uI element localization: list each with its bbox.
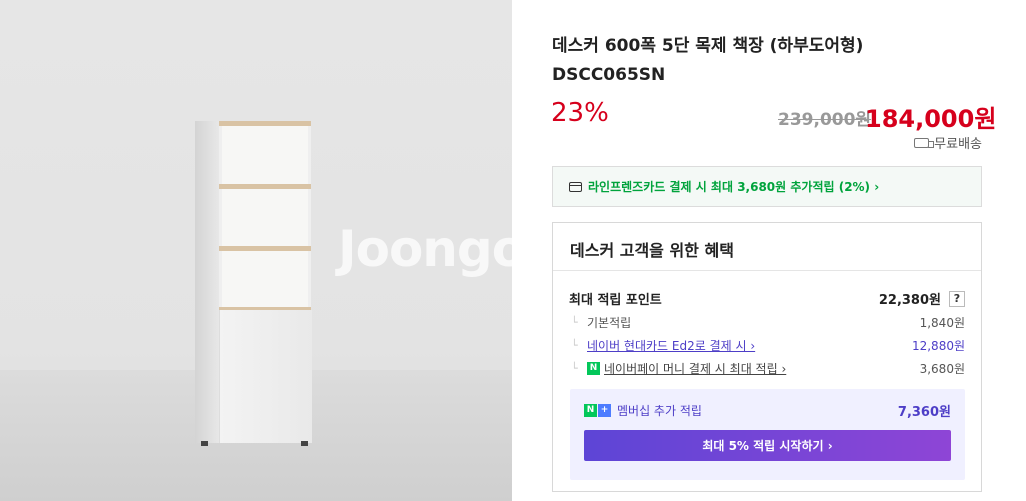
membership-start-button[interactable]: 최대 5% 적립 시작하기 › — [584, 430, 951, 461]
shelf-open-frame — [219, 121, 311, 311]
membership-row: N + 멤버십 추가 적립 7,360원 — [584, 401, 951, 420]
basic-points-label: 기본적립 — [587, 316, 632, 330]
npay-icon: N — [587, 362, 600, 375]
bookshelf-illustration — [195, 121, 316, 446]
benefit-panel: 데스커 고객을 위한 혜택 최대 적립 포인트 22,380원 ? └ 기본적립… — [552, 222, 982, 492]
shelf-side-panel — [195, 121, 221, 443]
card-promo-text: 라인프렌즈카드 결제 시 최대 3,680원 추가적립 (2%) › — [588, 180, 880, 194]
max-points-row: 최대 적립 포인트 22,380원 ? — [569, 289, 965, 308]
shipping-info: 무료배송 — [914, 133, 982, 152]
max-points-label: 최대 적립 포인트 — [569, 293, 662, 308]
shelf-board-2 — [219, 246, 311, 251]
product-title: 데스커 600폭 5단 목제 책장 (하부도어형) DSCC065SN — [552, 36, 864, 85]
shipping-label: 무료배송 — [934, 137, 982, 152]
tree-branch-icon: └ — [571, 362, 578, 375]
membership-box: N + 멤버십 추가 적립 7,360원 최대 5% 적립 시작하기 › — [570, 389, 965, 480]
sale-price: 184,000원 — [865, 105, 997, 133]
npay-money-link[interactable]: 네이버페이 머니 결제 시 최대 적립 › — [604, 360, 786, 377]
membership-label: 멤버십 추가 적립 — [617, 404, 702, 418]
watermark-text: Joongo — [338, 220, 512, 278]
basic-points-row: └ 기본적립 1,840원 — [569, 314, 965, 331]
shelf-board-top — [219, 121, 311, 126]
benefit-heading: 데스커 고객을 위한 혜택 — [553, 223, 981, 271]
basic-points-value: 1,840원 — [919, 316, 965, 330]
tree-branch-icon: └ — [571, 339, 578, 352]
shelf-lower-door — [219, 310, 312, 443]
shelf-leg-left — [201, 441, 208, 446]
npay-money-row: └ N 네이버페이 머니 결제 시 최대 적립 › 3,680원 — [569, 360, 965, 377]
naver-plus-icon: N + — [584, 404, 611, 417]
shelf-board-1 — [219, 184, 311, 189]
max-points-value: 22,380원 — [878, 293, 941, 308]
card-promo-banner[interactable]: 라인프렌즈카드 결제 시 최대 3,680원 추가적립 (2%) › — [552, 166, 982, 207]
original-price: 239,000원 — [778, 110, 872, 130]
truck-icon — [914, 137, 935, 148]
shelf-leg-right — [301, 441, 308, 446]
discount-rate: 23% — [551, 98, 609, 128]
membership-value: 7,360원 — [897, 405, 951, 420]
npay-money-value: 3,680원 — [919, 362, 965, 376]
hyundai-card-link[interactable]: 네이버 현대카드 Ed2로 결제 시 › — [587, 337, 755, 354]
tree-branch-icon: └ — [571, 316, 578, 329]
hyundai-card-row: └ 네이버 현대카드 Ed2로 결제 시 › 12,880원 — [569, 337, 965, 354]
product-image: Joongo — [0, 0, 512, 501]
hyundai-card-value: 12,880원 — [911, 339, 965, 353]
help-icon[interactable]: ? — [949, 290, 965, 307]
credit-card-icon — [569, 181, 582, 192]
